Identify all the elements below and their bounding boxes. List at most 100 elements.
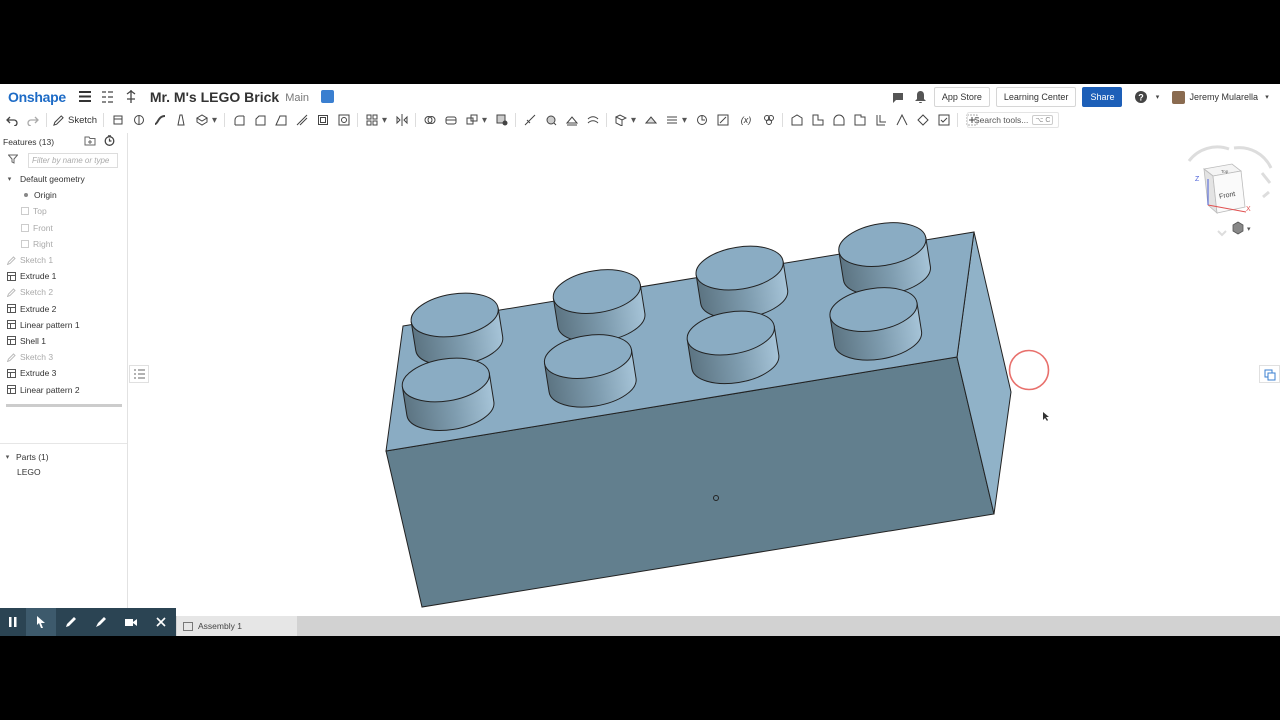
split-icon[interactable] — [444, 113, 458, 127]
pen-tool-icon[interactable] — [56, 608, 86, 636]
sm-flange-icon[interactable] — [811, 113, 825, 127]
branch-versions-icon[interactable] — [124, 90, 138, 104]
graphics-area[interactable]: Top Front X Z ▾ — [129, 133, 1280, 617]
shell-icon[interactable] — [316, 113, 330, 127]
sm-hem-icon[interactable] — [832, 113, 846, 127]
pointer-tool-icon[interactable] — [26, 608, 56, 636]
mirror-icon[interactable] — [395, 113, 409, 127]
chevron-down-icon[interactable]: ▾ — [630, 113, 637, 127]
view-rotate-arc[interactable] — [1262, 190, 1270, 199]
geometry-item-origin[interactable]: Origin — [0, 187, 127, 203]
custom-feature-icon[interactable] — [762, 113, 776, 127]
feature-item[interactable]: Sketch 1 — [0, 252, 127, 268]
transform-icon[interactable] — [465, 113, 479, 127]
view-cube[interactable]: Top Front X Z — [1187, 145, 1273, 237]
variable-icon[interactable]: (x) — [737, 113, 755, 127]
geometry-item-right[interactable]: Right — [0, 236, 127, 252]
sheet-metal-icon[interactable] — [665, 113, 679, 127]
feature-item[interactable]: Shell 1 — [0, 333, 127, 349]
pause-icon[interactable] — [0, 608, 26, 636]
draft-icon[interactable] — [274, 113, 288, 127]
default-geometry-folder[interactable]: ▾ Default geometry — [0, 171, 127, 187]
highlighter-tool-icon[interactable] — [86, 608, 116, 636]
learning-center-button[interactable]: Learning Center — [995, 87, 1077, 107]
loft-icon[interactable] — [174, 113, 188, 127]
sketch-button[interactable]: Sketch — [53, 115, 97, 126]
onshape-logo[interactable]: Onshape — [8, 89, 66, 105]
filter-funnel-icon[interactable] — [7, 151, 19, 169]
boolean-icon[interactable] — [423, 113, 437, 127]
plane-icon[interactable] — [614, 113, 628, 127]
add-folder-icon[interactable] — [84, 136, 96, 146]
help-icon[interactable]: ? — [1134, 90, 1148, 104]
view-rotate-arc[interactable] — [1187, 145, 1230, 162]
chevron-down-icon[interactable]: ▾ — [211, 113, 218, 127]
chevron-down-icon[interactable]: ▾ — [3, 453, 12, 462]
parts-folder[interactable]: ▾ Parts (1) — [0, 449, 127, 465]
rollback-timer-icon[interactable] — [104, 135, 116, 146]
measure-icon[interactable] — [716, 113, 730, 127]
view-display-menu[interactable]: ▾ — [1232, 221, 1251, 235]
share-button[interactable]: Share — [1082, 87, 1123, 107]
comments-icon[interactable] — [891, 90, 905, 104]
lego-brick-model[interactable]: Top Front X Z ▾ — [129, 133, 1280, 617]
sm-finish-icon[interactable] — [937, 113, 951, 127]
user-menu-chevron-icon[interactable]: ▾ — [1260, 90, 1274, 104]
geometry-item-top[interactable]: Top — [0, 203, 127, 219]
hole-icon[interactable] — [337, 113, 351, 127]
sm-make-icon[interactable] — [790, 113, 804, 127]
helix-icon[interactable] — [695, 113, 709, 127]
modify-fillet-icon[interactable] — [523, 113, 537, 127]
sm-corner-icon[interactable] — [874, 113, 888, 127]
revolve-icon[interactable] — [132, 113, 146, 127]
view-rotate-arc[interactable] — [1260, 172, 1272, 184]
sm-joint-icon[interactable] — [916, 113, 930, 127]
close-recorder-icon[interactable] — [146, 608, 176, 636]
right-panel-toggle[interactable] — [1259, 365, 1280, 383]
document-badge-icon[interactable] — [321, 90, 335, 103]
notifications-bell-icon[interactable] — [914, 90, 928, 104]
feature-item[interactable]: Extrude 3 — [0, 365, 127, 381]
sm-relief-icon[interactable] — [895, 113, 909, 127]
extrude-icon[interactable] — [111, 113, 125, 127]
chevron-down-icon[interactable]: ▾ — [1150, 90, 1164, 104]
delete-part-icon[interactable] — [495, 113, 509, 127]
webcam-icon[interactable] — [116, 608, 146, 636]
document-title[interactable]: Mr. M's LEGO Brick — [150, 89, 279, 105]
feature-item[interactable]: Linear pattern 2 — [0, 381, 127, 397]
replace-face-icon[interactable] — [565, 113, 579, 127]
view-rotate-arc[interactable] — [1233, 146, 1273, 169]
feature-item[interactable]: Linear pattern 1 — [0, 317, 127, 333]
search-tools-input[interactable]: Search tools... ⌥ C — [967, 112, 1059, 128]
geometry-item-front[interactable]: Front — [0, 220, 127, 236]
fillet-icon[interactable] — [232, 113, 246, 127]
linear-pattern-icon[interactable] — [365, 113, 379, 127]
chamfer-icon[interactable] — [253, 113, 267, 127]
user-name[interactable]: Jeremy Mularella — [1189, 92, 1258, 102]
hamburger-menu-icon[interactable] — [78, 90, 92, 104]
feature-filter-input[interactable]: Filter by name or type — [28, 152, 118, 168]
undo-icon[interactable] — [5, 113, 19, 127]
feature-item[interactable]: Sketch 3 — [0, 349, 127, 365]
user-avatar[interactable] — [1172, 90, 1186, 104]
feature-item[interactable]: Extrude 2 — [0, 301, 127, 317]
feature-tree-icon[interactable] — [101, 90, 115, 104]
mate-connector-icon[interactable] — [644, 113, 658, 127]
view-rotate-arrow[interactable] — [1217, 230, 1227, 237]
rib-icon[interactable] — [295, 113, 309, 127]
render-mode-cube-icon[interactable] — [1232, 221, 1244, 235]
thicken-icon[interactable] — [195, 113, 209, 127]
feature-item[interactable]: Sketch 2 — [0, 284, 127, 300]
app-store-button[interactable]: App Store — [933, 87, 990, 107]
chevron-down-icon[interactable]: ▾ — [381, 113, 388, 127]
chevron-down-icon[interactable]: ▾ — [1247, 226, 1251, 233]
sweep-icon[interactable] — [153, 113, 167, 127]
feature-item[interactable]: Extrude 1 — [0, 268, 127, 284]
redo-icon[interactable] — [26, 113, 40, 127]
chevron-down-icon[interactable]: ▾ — [681, 113, 688, 127]
rollback-bar[interactable] — [6, 403, 122, 407]
chevron-down-icon[interactable]: ▾ — [5, 175, 14, 184]
sm-tab-icon[interactable] — [853, 113, 867, 127]
tab-assembly-1[interactable]: Assembly 1 — [177, 616, 297, 636]
workspace-branch[interactable]: Main — [285, 92, 309, 104]
